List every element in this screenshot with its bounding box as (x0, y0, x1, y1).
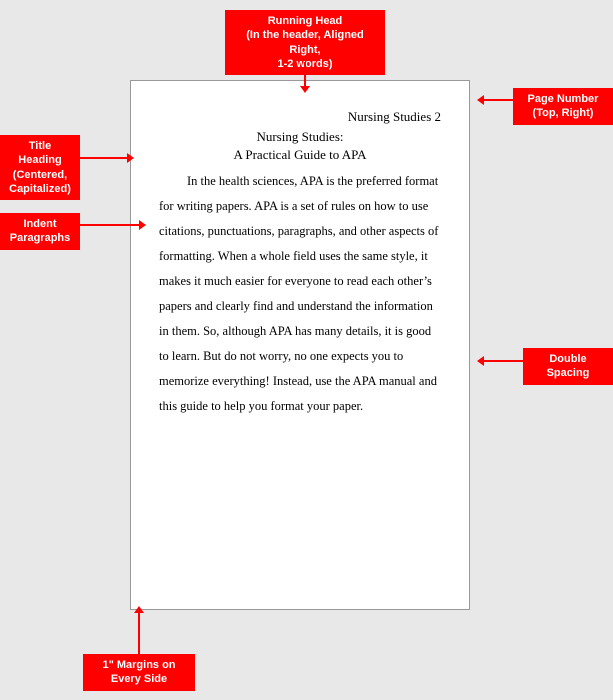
page-number-arrow (483, 99, 513, 101)
title-line1: Nursing Studies: (159, 129, 441, 145)
indent-paragraphs-arrow (80, 224, 140, 226)
margins-arrow-v (138, 612, 140, 654)
double-spacing-annotation: DoubleSpacing (523, 348, 613, 385)
title-heading-arrow (80, 157, 128, 159)
page-number-annotation: Page Number(Top, Right) (513, 88, 613, 125)
title-heading-annotation: Title Heading(Centered,Capitalized) (0, 135, 80, 200)
indent-paragraphs-annotation: IndentParagraphs (0, 213, 80, 250)
document-page: Nursing Studies 2 Nursing Studies: A Pra… (130, 80, 470, 610)
page-header-text: Nursing Studies 2 (348, 109, 441, 125)
page-header: Nursing Studies 2 (159, 109, 441, 125)
body-text: In the health sciences, APA is the prefe… (159, 169, 441, 419)
running-head-arrow-v (304, 62, 306, 87)
title-line2: A Practical Guide to APA (159, 147, 441, 163)
margins-annotation: 1" Margins onEvery Side (83, 654, 195, 691)
double-spacing-arrow (483, 360, 523, 362)
